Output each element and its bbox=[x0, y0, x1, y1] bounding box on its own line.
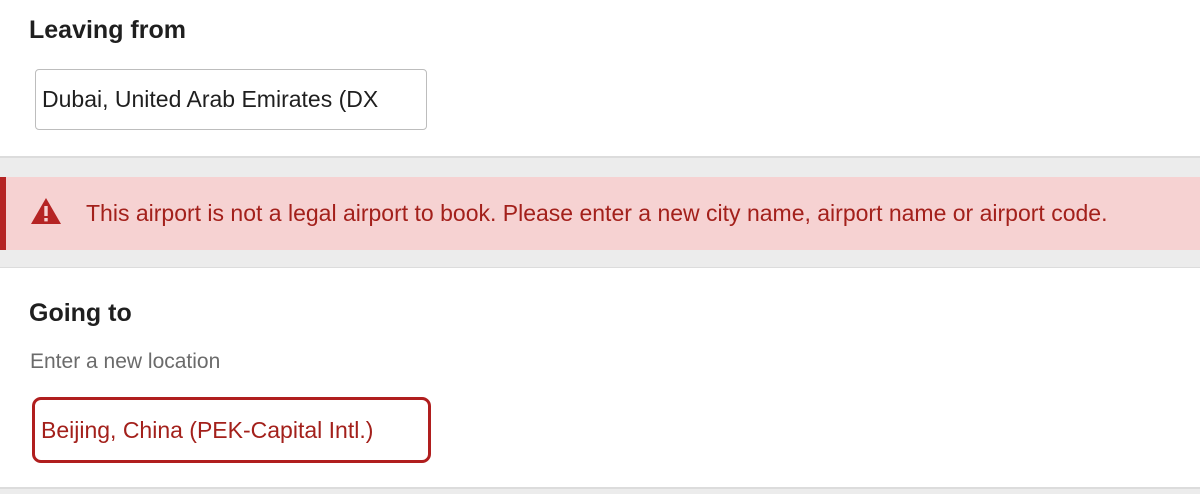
leaving-from-section: Leaving from Dubai, United Arab Emirates… bbox=[0, 0, 1200, 158]
leaving-from-input[interactable]: Dubai, United Arab Emirates (DX bbox=[35, 69, 427, 130]
going-to-hint: Enter a new location bbox=[30, 350, 221, 373]
warning-triangle-icon bbox=[31, 198, 61, 224]
going-to-input[interactable]: Beijing, China (PEK-Capital Intl.) bbox=[32, 397, 431, 463]
going-to-label: Going to bbox=[29, 299, 132, 327]
leaving-from-label: Leaving from bbox=[29, 16, 186, 44]
going-to-section: Going to Enter a new location Beijing, C… bbox=[0, 267, 1200, 489]
error-message: This airport is not a legal airport to b… bbox=[86, 200, 1108, 226]
error-alert: This airport is not a legal airport to b… bbox=[0, 177, 1200, 250]
